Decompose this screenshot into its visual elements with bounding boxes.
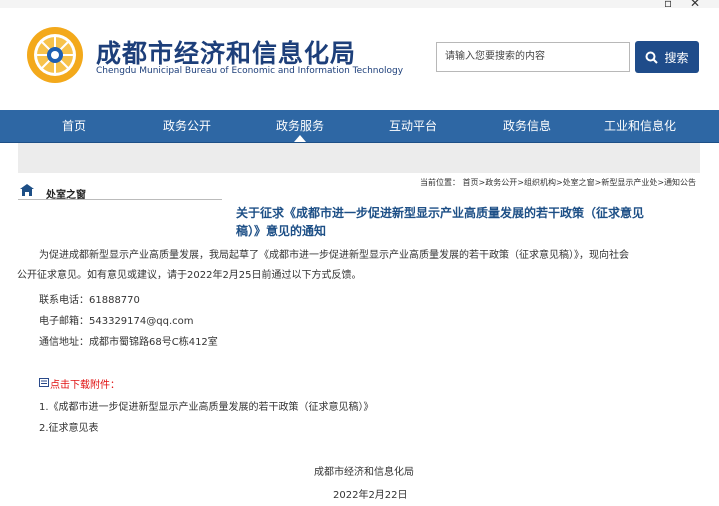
nav-item-interaction[interactable]: 互动平台	[389, 110, 437, 142]
attachment-icon	[39, 378, 49, 387]
logo-emblem-icon[interactable]	[26, 26, 84, 84]
nav-item-home[interactable]: 首页	[62, 110, 86, 142]
nav-item-gov-affairs-open[interactable]: 政务公开	[163, 110, 211, 142]
download-attachments-label: 点击下载附件：	[50, 380, 120, 391]
search-input[interactable]: 请输入您要搜索的内容	[436, 42, 630, 72]
search-button-label: 搜索	[664, 50, 689, 65]
article-intro-line-2: 公开征求意见。如有意见或建议，请于2022年2月25日前通过以下方式反馈。	[17, 270, 362, 281]
site-subtitle: Chengdu Municipal Bureau of Economic and…	[96, 66, 404, 76]
main-nav: 首页 政务公开 政务服务 互动平台 政务信息 工业和信息化	[0, 110, 719, 143]
search-icon	[645, 51, 659, 64]
search-button[interactable]: 搜索	[635, 41, 699, 73]
attachment-link-2[interactable]: 2.征求意见表	[39, 419, 99, 434]
nav-active-indicator	[294, 135, 306, 142]
attachment-link-1[interactable]: 1.《成都市进一步促进新型显示产业高质量发展的若干政策（征求意见稿）》	[39, 398, 374, 413]
sidebar-heading-icon	[20, 184, 34, 196]
browser-top-strip	[0, 0, 719, 8]
contact-email: 电子邮箱：543329174@qq.com	[39, 316, 194, 327]
sidebar-label[interactable]: 处室之窗	[46, 186, 86, 201]
article-date: 2022年2月22日	[333, 490, 408, 501]
article-title: 关于征求《成都市进一步促进新型显示产业高质量发展的若干政策（征求意见 稿）》意见…	[236, 204, 676, 240]
content-top-band	[18, 143, 700, 173]
article-title-line-2: 稿）》意见的通知	[236, 224, 327, 238]
article-title-line-1: 关于征求《成都市进一步促进新型显示产业高质量发展的若干政策（征求意见	[236, 206, 645, 220]
breadcrumb[interactable]: 当前位置： 首页>政务公开>组织机构>处室之窗>新型显示产业处>通知公告	[420, 177, 696, 188]
article-intro-line-1: 为促进成都新型显示产业高质量发展，我局起草了《成都市进一步促进新型显示产业高质量…	[39, 250, 629, 261]
contact-address: 通信地址：成都市蜀锦路68号C栋412室	[39, 337, 218, 348]
contact-phone: 联系电话：61888770	[39, 295, 140, 306]
nav-item-gov-info[interactable]: 政务信息	[503, 110, 551, 142]
site-title: 成都市经济和信息化局	[96, 39, 357, 68]
article-signature: 成都市经济和信息化局	[314, 467, 414, 478]
nav-item-industry-it[interactable]: 工业和信息化	[604, 110, 676, 142]
site-header: 成都市经济和信息化局 Chengdu Municipal Bureau of E…	[0, 8, 719, 110]
